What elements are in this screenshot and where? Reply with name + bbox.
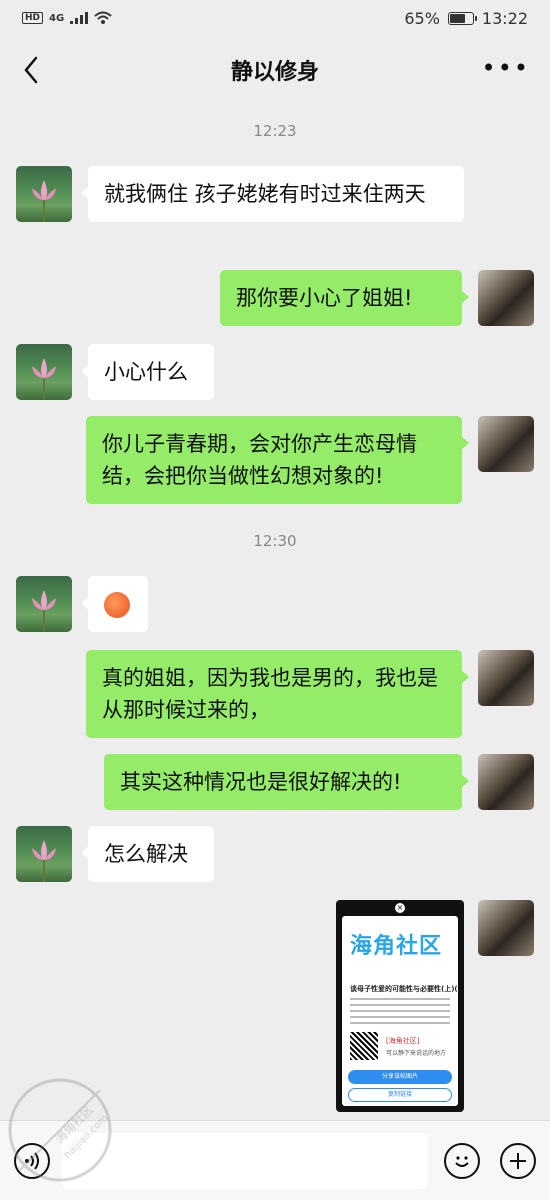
lotus-avatar-image <box>32 358 56 400</box>
lotus-avatar-image <box>32 180 56 222</box>
share-card: 海角社区 谈母子性爱的可能性与必要性(上)(... [海角社区] 可以静下来说话… <box>342 916 464 1106</box>
status-left: HD 4G <box>22 11 112 25</box>
battery-icon <box>447 11 477 25</box>
wifi-icon <box>94 11 112 24</box>
signal-icon <box>70 12 89 24</box>
card-share-button: 分享该帖图片 <box>348 1070 452 1084</box>
plus-icon <box>510 1153 526 1169</box>
contact-avatar[interactable] <box>16 344 72 400</box>
watermark-logo: 海角社区 haijiao.com <box>0 1070 120 1190</box>
sweat-smile-face-icon <box>104 592 130 618</box>
status-right: 65% 13:22 <box>404 9 528 28</box>
card-title: 谈母子性爱的可能性与必要性(上)(... <box>350 985 464 993</box>
status-bar: HD 4G 65% 13:22 <box>0 0 550 36</box>
plus-button[interactable] <box>500 1143 536 1179</box>
emoji-button[interactable] <box>444 1143 480 1179</box>
network-label: 4G <box>49 12 65 24</box>
contact-avatar[interactable] <box>16 166 72 222</box>
message-bubble-outgoing[interactable]: 你儿子青春期，会对你产生恋母情结，会把你当做性幻想对象的! <box>86 416 469 504</box>
my-avatar[interactable] <box>478 900 534 956</box>
card-copy-link-button: 复制链接 <box>348 1088 452 1102</box>
my-avatar[interactable] <box>478 416 534 472</box>
emoji-icon <box>455 1156 469 1167</box>
message-bubble-outgoing[interactable]: 真的姐姐，因为我也是男的，我也是从那时候过来的， <box>86 650 469 738</box>
message-bubble-incoming[interactable]: 怎么解决 <box>81 826 214 882</box>
qr-code-icon <box>350 1032 378 1060</box>
message-bubble-incoming-emoji[interactable] <box>81 576 148 632</box>
my-avatar[interactable] <box>478 650 534 706</box>
chat-header: 静以修身 ••• <box>0 36 550 104</box>
my-avatar[interactable] <box>478 754 534 810</box>
more-dots-icon: ••• <box>481 54 530 82</box>
hd-badge: HD <box>22 12 44 24</box>
contact-avatar[interactable] <box>16 576 72 632</box>
card-brand: [海角社区] <box>386 1037 420 1045</box>
clock: 13:22 <box>481 8 528 28</box>
card-subtitle: 可以静下来说话的地方 <box>386 1050 447 1057</box>
back-button[interactable] <box>16 50 46 90</box>
contact-avatar[interactable] <box>16 826 72 882</box>
chat-area[interactable]: 12:23 就我俩住 孩子姥姥有时过来住两天 那你要小心了姐姐! 小心什么 你儿… <box>0 104 550 1120</box>
battery-fill <box>449 13 466 23</box>
more-button[interactable]: ••• <box>482 56 530 80</box>
close-icon: × <box>395 903 405 913</box>
lotus-avatar-image <box>32 840 56 882</box>
message-bubble-incoming[interactable]: 小心什么 <box>81 344 214 400</box>
message-bubble-incoming[interactable]: 就我俩住 孩子姥姥有时过来住两天 <box>81 166 464 222</box>
lotus-avatar-image <box>32 590 56 632</box>
my-avatar[interactable] <box>478 270 534 326</box>
card-text-lines <box>350 998 450 1026</box>
message-bubble-outgoing[interactable]: 那你要小心了姐姐! <box>220 270 469 326</box>
image-message[interactable]: × 海角社区 谈母子性爱的可能性与必要性(上)(... [海角社区] 可以静下来… <box>336 900 464 1112</box>
card-logo: 海角社区 <box>350 934 443 959</box>
timestamp: 12:30 <box>253 532 297 550</box>
timestamp: 12:23 <box>253 122 297 140</box>
battery-percent: 65% <box>404 8 440 28</box>
chat-title: 静以修身 <box>230 60 319 85</box>
chevron-left-icon <box>24 56 38 84</box>
message-bubble-outgoing[interactable]: 其实这种情况也是很好解决的! <box>104 754 469 810</box>
